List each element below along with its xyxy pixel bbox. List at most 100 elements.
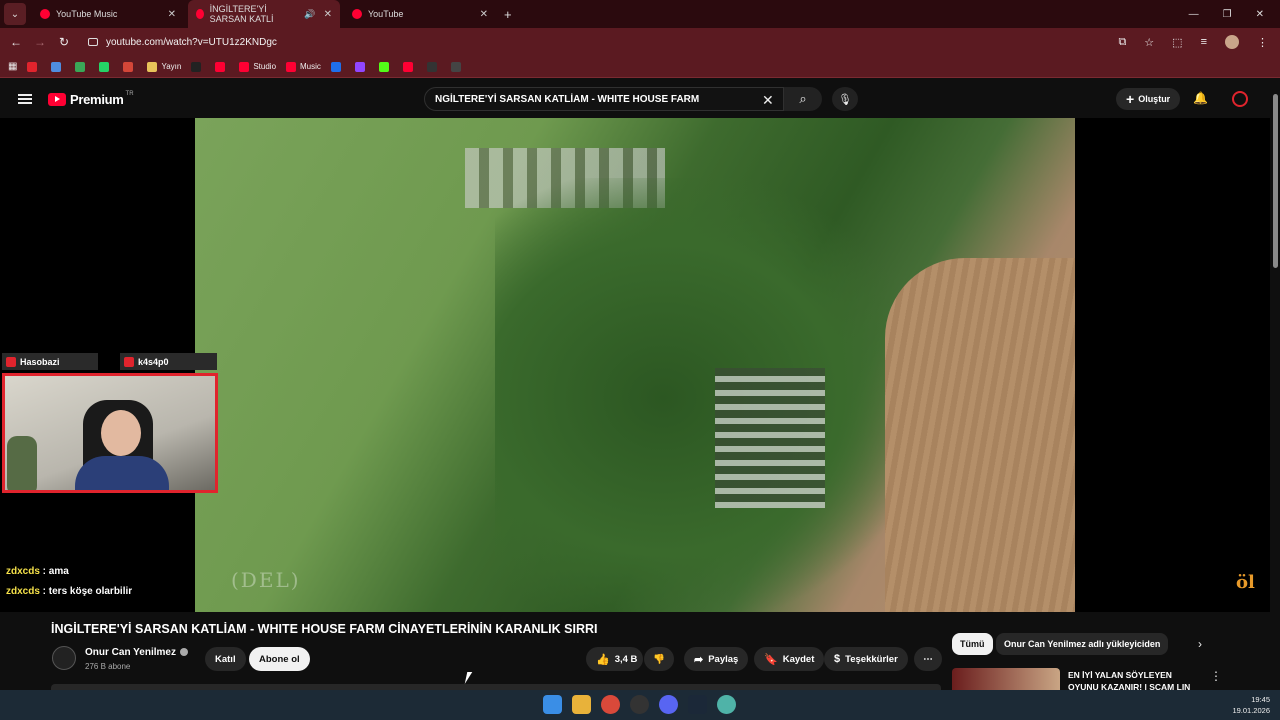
bookmark-item[interactable] [378, 61, 393, 72]
youtube-square-icon [6, 356, 16, 367]
tab-close-icon[interactable]: ✕ [168, 9, 176, 20]
bookmark-item[interactable] [99, 61, 113, 72]
cam-label-left-text: Hasobazi [20, 356, 60, 367]
plowed-field [885, 258, 1075, 612]
channel-avatar[interactable] [52, 646, 76, 670]
bookmark-favicon-icon [354, 61, 365, 72]
site-info-icon[interactable] [88, 38, 98, 46]
account-avatar[interactable] [1232, 91, 1248, 107]
thanks-button[interactable]: $ Teşekkürler [824, 647, 908, 671]
extensions-icon[interactable]: ⬚ [1172, 36, 1182, 49]
tab-youtube[interactable]: YouTube ✕ [344, 0, 496, 28]
youtube-premium-logo[interactable]: Premium TR [48, 91, 134, 107]
bookmark-label: Yayın [161, 62, 182, 71]
bookmark-item[interactable] [27, 61, 41, 72]
tab-close-icon[interactable]: ✕ [480, 9, 488, 20]
install-app-icon[interactable]: ⧉ [1118, 36, 1126, 49]
webcam-plant [7, 436, 37, 490]
bookmark-favicon-icon [426, 61, 437, 72]
hamburger-menu-icon[interactable] [18, 94, 32, 104]
file-explorer-icon[interactable] [572, 695, 591, 714]
bookmark-star-icon[interactable]: ☆ [1144, 36, 1154, 49]
bookmark-item[interactable] [191, 61, 205, 72]
tab-close-icon[interactable]: ✕ [324, 9, 332, 20]
video-watermark: (DEL) [231, 568, 301, 592]
bookmark-item[interactable] [123, 61, 137, 72]
youtube-favicon-icon [196, 9, 204, 19]
bookmark-item[interactable]: Music [286, 61, 321, 72]
channel-watermark-logo[interactable]: öl [1236, 572, 1262, 596]
bookmark-item[interactable] [51, 61, 65, 72]
notifications-bell-icon[interactable]: 🔔 [1193, 91, 1208, 105]
chrome-icon[interactable] [601, 695, 620, 714]
chip-from-uploader[interactable]: Onur Can Yenilmez adlı yükleyiciden [996, 633, 1169, 655]
search-input[interactable]: NGİLTERE'Yİ SARSAN KATLİAM - WHITE HOUSE… [424, 87, 784, 111]
chevron-right-icon[interactable]: › [1198, 637, 1202, 651]
clear-search-icon[interactable]: ✕ [762, 92, 774, 109]
scrollbar-thumb[interactable] [1273, 94, 1278, 268]
forward-arrow-icon[interactable]: → [28, 35, 52, 49]
video-title: İNGİLTERE'Yİ SARSAN KATLİAM - WHITE HOUS… [51, 622, 598, 636]
apps-grid-icon[interactable]: ▦ [8, 61, 17, 72]
save-button[interactable]: 🔖 Kaydet [754, 647, 825, 671]
clock-date: 19.01.2026 [1232, 706, 1270, 715]
bookmark-item[interactable] [450, 61, 465, 72]
new-tab-plus-icon[interactable]: + [504, 7, 512, 22]
create-button[interactable]: + Oluştur [1116, 88, 1181, 110]
bookmarks-bar: ▦ Yayın Studio Music [0, 56, 1280, 78]
back-arrow-icon[interactable]: ← [4, 35, 28, 49]
cam-label-right-text: k4s4p0 [138, 356, 169, 367]
discord-icon[interactable] [659, 695, 678, 714]
bookmark-item[interactable] [75, 61, 89, 72]
bookmark-item[interactable]: Studio [239, 61, 277, 72]
channel-name-link[interactable]: Onur Can Yenilmez [85, 647, 188, 658]
recommendation-title[interactable]: EN İYİ YALAN SÖYLEYEN OYUNU KAZANIR! | S… [1068, 669, 1198, 691]
bookmark-item[interactable]: Yayın [147, 61, 182, 72]
bookmark-item[interactable] [330, 61, 345, 72]
more-actions-button[interactable]: ⋯ [914, 647, 942, 671]
recommendation-thumbnail[interactable] [952, 668, 1060, 690]
logo-region: TR [125, 91, 134, 97]
steam-icon[interactable] [688, 695, 707, 714]
system-clock[interactable]: 19:45 19.01.2026 [1222, 694, 1270, 716]
windows-start-icon[interactable] [543, 695, 562, 714]
chip-all[interactable]: Tümü [952, 633, 993, 655]
video-frame[interactable]: (DEL) [195, 118, 1075, 612]
restore-icon[interactable]: ❐ [1223, 9, 1232, 20]
recommendation-menu-icon[interactable]: ⋮ [1210, 669, 1222, 683]
bookmark-favicon-icon [99, 61, 110, 72]
tab-youtube-music[interactable]: YouTube Music ✕ [32, 0, 184, 28]
webcam-overlay [2, 373, 218, 493]
close-window-icon[interactable]: ✕ [1256, 9, 1264, 20]
kebab-menu-icon[interactable]: ⋮ [1257, 36, 1268, 49]
globe-app-icon[interactable] [717, 695, 736, 714]
bookmark-favicon-icon [191, 61, 202, 72]
bookmark-favicon-icon [147, 61, 158, 72]
share-button[interactable]: ➦ Paylaş [684, 647, 749, 671]
tab-current-video[interactable]: İNGİLTERE'Yİ SARSAN KATLİ 🔊 ✕ [188, 0, 340, 28]
bookmark-item[interactable] [426, 61, 441, 72]
search-button[interactable]: ⌕ [784, 87, 822, 111]
speaker-icon[interactable]: 🔊 [304, 9, 315, 20]
like-button[interactable]: 👍 3,4 B [586, 647, 644, 671]
bookmark-favicon-icon [215, 61, 226, 72]
youtube-play-icon [48, 92, 66, 106]
media-controls-icon[interactable]: ≡ [1201, 36, 1207, 48]
minimize-icon[interactable]: — [1189, 9, 1199, 20]
dislike-button[interactable]: 👎 [644, 647, 674, 671]
bookmark-item[interactable] [354, 61, 369, 72]
subscribe-button[interactable]: Abone ol [249, 647, 310, 671]
voice-search-button[interactable]: 🎙 [832, 87, 858, 111]
bookmark-item[interactable] [402, 61, 417, 72]
reload-icon[interactable]: ↻ [52, 35, 76, 49]
tab-label: İNGİLTERE'Yİ SARSAN KATLİ [209, 4, 274, 24]
chat-text: : ters köşe olarbilir [39, 586, 133, 597]
bookmark-label: Music [300, 62, 321, 71]
obs-icon[interactable] [630, 695, 649, 714]
bookmark-label: Studio [253, 62, 277, 71]
profile-avatar[interactable] [1225, 35, 1239, 49]
url-field[interactable]: youtube.com/watch?v=UTU1z2KNDgc [88, 37, 277, 48]
tab-search-chevron-icon[interactable]: ⌄ [4, 3, 26, 25]
bookmark-item[interactable] [215, 61, 229, 72]
join-button[interactable]: Katıl [205, 647, 246, 671]
